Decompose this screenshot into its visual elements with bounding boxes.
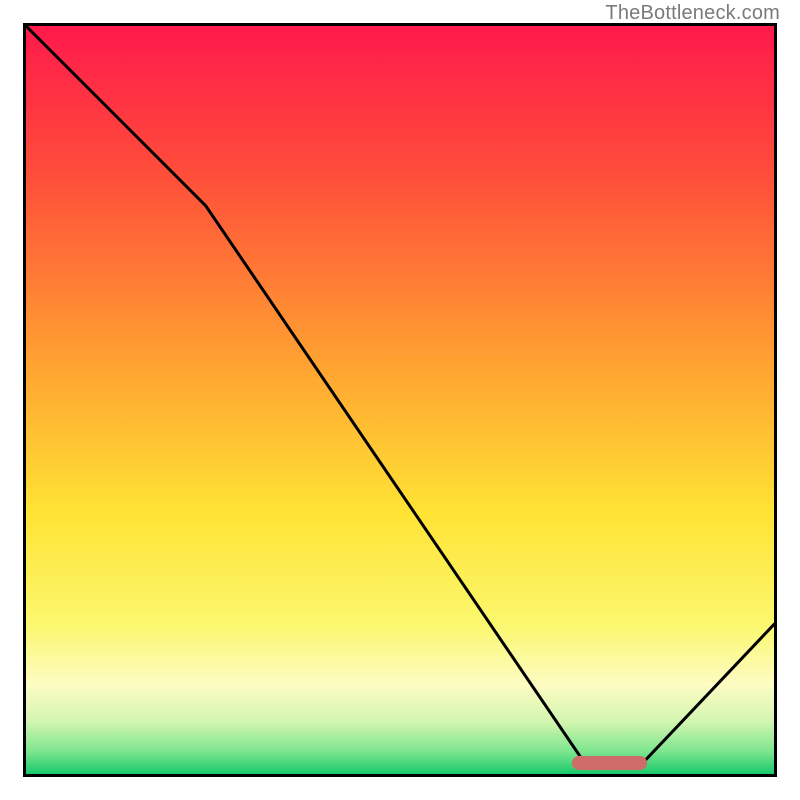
optimal-range-marker — [572, 756, 647, 770]
watermark-label: TheBottleneck.com — [605, 2, 780, 25]
bottleneck-curve — [26, 26, 774, 774]
chart-container: TheBottleneck.com — [0, 0, 800, 800]
plot-area — [23, 23, 777, 777]
